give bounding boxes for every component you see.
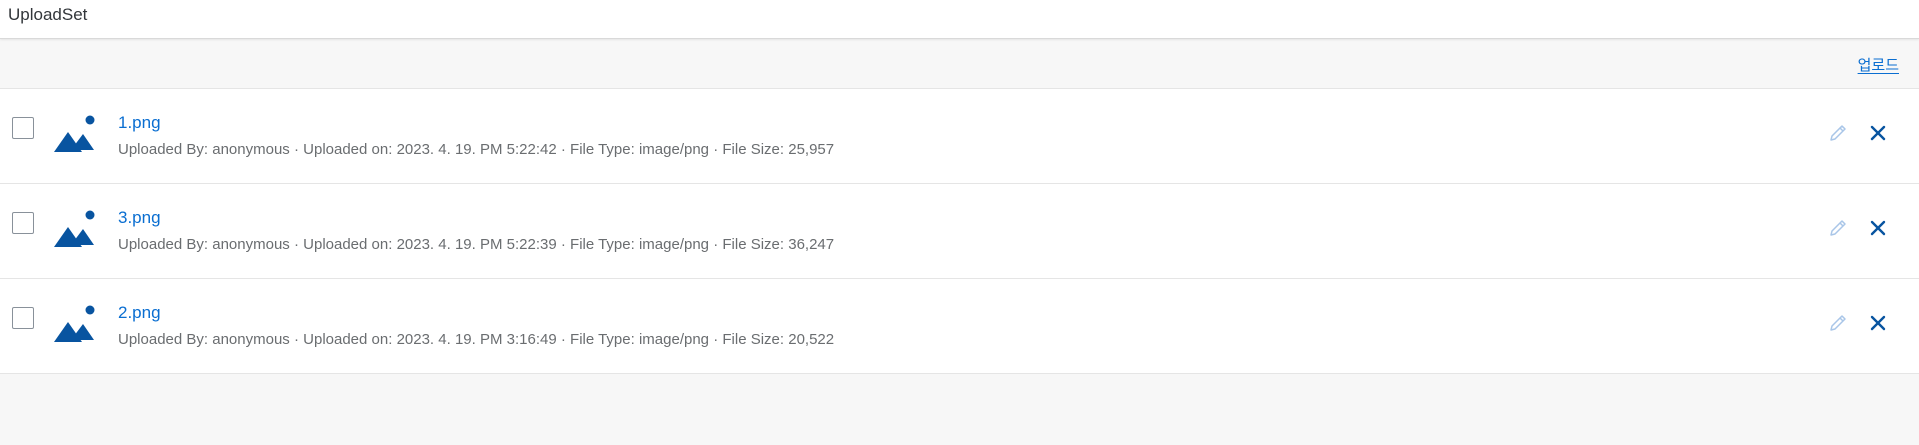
file-type-value: image/png — [638, 331, 710, 348]
uploaded-by-label: Uploaded By: — [118, 141, 209, 158]
separator: · — [293, 236, 299, 253]
uploaded-by-label: Uploaded By: — [118, 331, 209, 348]
upload-button[interactable]: 업로드 — [1858, 54, 1899, 75]
page-title: UploadSet — [8, 5, 88, 24]
file-size-label: File Size: — [722, 331, 785, 348]
file-type-label: File Type: — [570, 141, 635, 158]
list-item: 2.png Uploaded By: anonymous · Uploaded … — [0, 279, 1919, 374]
pencil-icon[interactable] — [1827, 312, 1849, 334]
separator: · — [293, 141, 299, 158]
file-size-value: 20,522 — [788, 331, 835, 348]
uploaded-on-value: 2023. 4. 19. PM 5:22:42 — [396, 141, 557, 158]
uploaded-by-value: anonymous — [212, 141, 290, 158]
row-checkbox[interactable] — [12, 117, 34, 139]
uploaded-by-value: anonymous — [212, 236, 290, 253]
row-checkbox[interactable] — [12, 212, 34, 234]
image-icon — [52, 112, 100, 156]
file-name-link[interactable]: 3.png — [118, 208, 161, 228]
uploaded-on-label: Uploaded on: — [303, 331, 393, 348]
file-name-link[interactable]: 2.png — [118, 303, 161, 323]
file-type-value: image/png — [638, 141, 710, 158]
separator: · — [560, 141, 566, 158]
close-icon[interactable] — [1867, 312, 1889, 334]
separator: · — [560, 331, 566, 348]
file-size-label: File Size: — [722, 141, 785, 158]
row-checkbox[interactable] — [12, 307, 34, 329]
uploaded-on-value: 2023. 4. 19. PM 5:22:39 — [396, 236, 557, 253]
separator: · — [713, 331, 719, 348]
upload-toolbar: 업로드 — [0, 39, 1919, 89]
file-size-label: File Size: — [722, 236, 785, 253]
separator: · — [293, 331, 299, 348]
uploaded-on-label: Uploaded on: — [303, 236, 393, 253]
file-attributes: Uploaded By: anonymous · Uploaded on: 20… — [118, 331, 834, 348]
uploaded-by-value: anonymous — [212, 331, 290, 348]
list-item: 1.png Uploaded By: anonymous · Uploaded … — [0, 89, 1919, 184]
title-bar: UploadSet — [0, 0, 1919, 39]
separator: · — [560, 236, 566, 253]
file-type-value: image/png — [638, 236, 710, 253]
uploaded-by-label: Uploaded By: — [118, 236, 209, 253]
separator: · — [713, 236, 719, 253]
file-size-value: 25,957 — [788, 141, 835, 158]
file-size-value: 36,247 — [788, 236, 835, 253]
uploaded-on-label: Uploaded on: — [303, 141, 393, 158]
file-type-label: File Type: — [570, 236, 635, 253]
uploaded-on-value: 2023. 4. 19. PM 3:16:49 — [396, 331, 557, 348]
file-name-link[interactable]: 1.png — [118, 113, 161, 133]
file-type-label: File Type: — [570, 331, 635, 348]
separator: · — [713, 141, 719, 158]
close-icon[interactable] — [1867, 122, 1889, 144]
file-list: 1.png Uploaded By: anonymous · Uploaded … — [0, 89, 1919, 374]
pencil-icon[interactable] — [1827, 122, 1849, 144]
image-icon — [52, 207, 100, 251]
close-icon[interactable] — [1867, 217, 1889, 239]
list-item: 3.png Uploaded By: anonymous · Uploaded … — [0, 184, 1919, 279]
file-attributes: Uploaded By: anonymous · Uploaded on: 20… — [118, 236, 834, 253]
image-icon — [52, 302, 100, 346]
file-attributes: Uploaded By: anonymous · Uploaded on: 20… — [118, 141, 834, 158]
pencil-icon[interactable] — [1827, 217, 1849, 239]
